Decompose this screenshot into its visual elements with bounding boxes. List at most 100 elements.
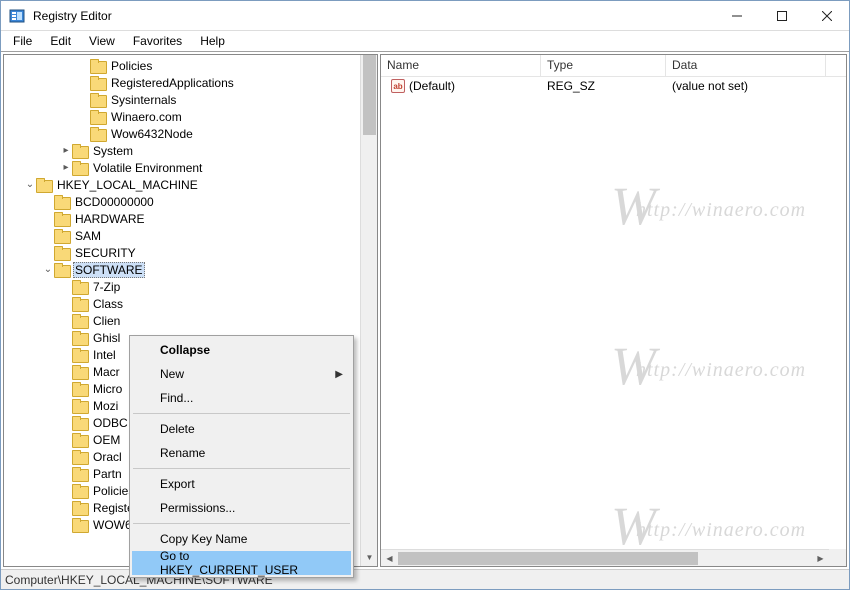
watermark-url: http://winaero.com xyxy=(636,359,806,382)
submenu-arrow-icon: ▶ xyxy=(335,369,343,380)
list-body[interactable]: ab (Default) REG_SZ(value not set) xyxy=(381,77,846,95)
tree-item-label: Volatile Environment xyxy=(91,161,204,175)
tree-item-label: RegisteredApplications xyxy=(109,76,236,90)
menu-view[interactable]: View xyxy=(81,32,123,50)
menu-edit[interactable]: Edit xyxy=(42,32,79,50)
list-h-scrollbar[interactable]: ◀ ▶ xyxy=(381,549,829,566)
content-area: Policies RegisteredApplicationsSysinterna… xyxy=(1,51,849,569)
tree-item[interactable]: Winaero.com xyxy=(4,108,377,125)
menu-help[interactable]: Help xyxy=(192,32,233,50)
tree-item[interactable]: 7-Zip xyxy=(4,278,377,295)
regedit-icon xyxy=(9,8,25,24)
folder-icon xyxy=(72,518,88,532)
tree-twisty-icon[interactable]: ⌄ xyxy=(24,179,36,190)
value-name: (Default) xyxy=(409,79,455,93)
list-header: Name Type Data xyxy=(381,55,846,77)
minimize-button[interactable] xyxy=(714,1,759,30)
ctx-go-to-hkcu[interactable]: Go to HKEY_CURRENT_USER xyxy=(132,551,351,575)
tree-item[interactable]: Clien xyxy=(4,312,377,329)
tree-item[interactable]: Class xyxy=(4,295,377,312)
tree-twisty-icon[interactable]: ⌄ xyxy=(42,264,54,275)
menu-file[interactable]: File xyxy=(5,32,40,50)
tree-item[interactable]: Wow6432Node xyxy=(4,125,377,142)
tree-item[interactable]: HARDWARE xyxy=(4,210,377,227)
close-button[interactable] xyxy=(804,1,849,30)
menu-favorites[interactable]: Favorites xyxy=(125,32,190,50)
window-title: Registry Editor xyxy=(33,9,714,23)
tree-item[interactable]: Policies xyxy=(4,57,377,74)
folder-icon xyxy=(72,501,88,515)
col-data[interactable]: Data xyxy=(666,55,826,76)
folder-icon xyxy=(72,348,88,362)
scroll-corner xyxy=(829,549,846,566)
context-menu: Collapse New▶ Find... Delete Rename Expo… xyxy=(129,335,354,578)
col-type[interactable]: Type xyxy=(541,55,666,76)
tree-item[interactable]: SAM xyxy=(4,227,377,244)
value-data: (value not set) xyxy=(666,79,826,93)
tree-item-label: SECURITY xyxy=(73,246,138,260)
tree-item-label: Macr xyxy=(91,365,122,379)
hscroll-right-icon[interactable]: ▶ xyxy=(812,550,829,567)
folder-icon xyxy=(72,365,88,379)
hscroll-thumb[interactable] xyxy=(398,552,698,565)
folder-icon xyxy=(72,331,88,345)
ctx-find[interactable]: Find... xyxy=(132,386,351,410)
scroll-thumb[interactable] xyxy=(363,55,376,135)
folder-icon xyxy=(72,467,88,481)
ctx-collapse[interactable]: Collapse xyxy=(132,338,351,362)
tree-item[interactable]: BCD00000000 xyxy=(4,193,377,210)
ctx-copy-key-name[interactable]: Copy Key Name xyxy=(132,527,351,551)
tree-item-label: OEM xyxy=(91,433,122,447)
tree-item-label: ODBC xyxy=(91,416,130,430)
hscroll-left-icon[interactable]: ◀ xyxy=(381,550,398,567)
folder-icon xyxy=(72,484,88,498)
tree-item[interactable]: ▸ Volatile Environment xyxy=(4,159,377,176)
folder-icon xyxy=(72,314,88,328)
folder-icon xyxy=(72,433,88,447)
folder-icon xyxy=(54,263,70,277)
tree-scrollbar[interactable]: ▲ ▼ xyxy=(360,55,377,566)
watermark-w: W xyxy=(611,175,656,237)
tree-item-label: HARDWARE xyxy=(73,212,147,226)
scroll-down-icon[interactable]: ▼ xyxy=(361,549,378,566)
folder-icon xyxy=(72,161,88,175)
ctx-export[interactable]: Export xyxy=(132,472,351,496)
tree-item-label: Ghisl xyxy=(91,331,122,345)
tree-item[interactable]: Sysinternals xyxy=(4,91,377,108)
folder-icon xyxy=(90,59,106,73)
tree-item-label: SAM xyxy=(73,229,103,243)
value-type: REG_SZ xyxy=(541,79,666,93)
col-name[interactable]: Name xyxy=(381,55,541,76)
ctx-delete[interactable]: Delete xyxy=(132,417,351,441)
tree-item[interactable]: ▸System xyxy=(4,142,377,159)
folder-icon xyxy=(72,399,88,413)
tree-twisty-icon[interactable]: ▸ xyxy=(60,145,72,156)
tree-item-label: HKEY_LOCAL_MACHINE xyxy=(55,178,200,192)
tree-item[interactable]: SECURITY xyxy=(4,244,377,261)
folder-icon xyxy=(72,382,88,396)
folder-icon xyxy=(90,127,106,141)
tree-item-label: Policies xyxy=(109,59,154,73)
folder-icon xyxy=(72,450,88,464)
tree-item[interactable]: ⌄ HKEY_LOCAL_MACHINE xyxy=(4,176,377,193)
folder-icon xyxy=(72,416,88,430)
ctx-rename[interactable]: Rename xyxy=(132,441,351,465)
ctx-permissions[interactable]: Permissions... xyxy=(132,496,351,520)
tree-item-label: Mozi xyxy=(91,399,120,413)
tree-item[interactable]: RegisteredApplications xyxy=(4,74,377,91)
folder-icon xyxy=(90,110,106,124)
tree-item-label: Partn xyxy=(91,467,124,481)
watermark-w: W xyxy=(611,495,656,557)
tree-item-label: SOFTWARE xyxy=(73,262,145,278)
folder-icon xyxy=(90,76,106,90)
tree-twisty-icon[interactable]: ▸ xyxy=(60,162,72,173)
maximize-button[interactable] xyxy=(759,1,804,30)
list-row[interactable]: ab (Default) REG_SZ(value not set) xyxy=(381,77,846,95)
tree-item-label: BCD00000000 xyxy=(73,195,156,209)
watermark-w: W xyxy=(611,335,656,397)
folder-icon xyxy=(72,280,88,294)
folder-icon xyxy=(36,178,52,192)
ctx-new[interactable]: New▶ xyxy=(132,362,351,386)
string-value-icon: ab xyxy=(391,79,405,93)
tree-item[interactable]: ⌄ SOFTWARE xyxy=(4,261,377,278)
